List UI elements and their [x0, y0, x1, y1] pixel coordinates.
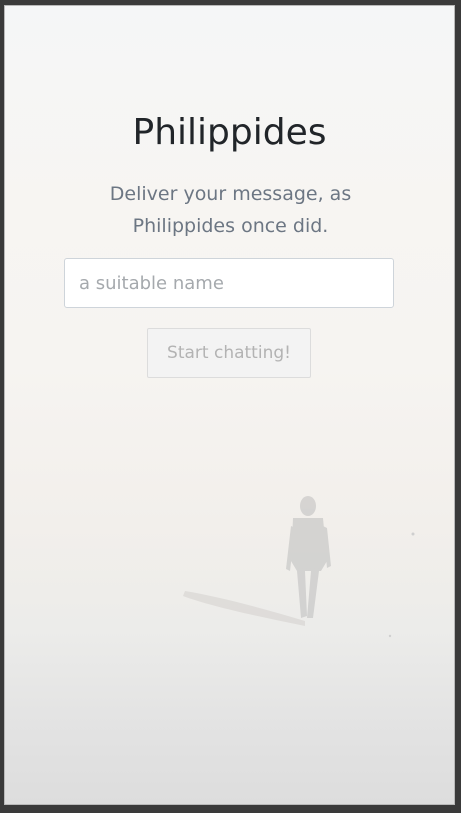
start-chatting-button[interactable]: Start chatting!	[147, 328, 311, 378]
walker-shadow	[183, 591, 305, 626]
name-input[interactable]	[64, 258, 394, 308]
app-title: Philippides	[132, 112, 327, 153]
app-window: Philippides Deliver your message, as Phi…	[4, 5, 455, 805]
walker-figure	[286, 496, 331, 618]
app-tagline: Deliver your message, as Philippides onc…	[109, 183, 352, 237]
